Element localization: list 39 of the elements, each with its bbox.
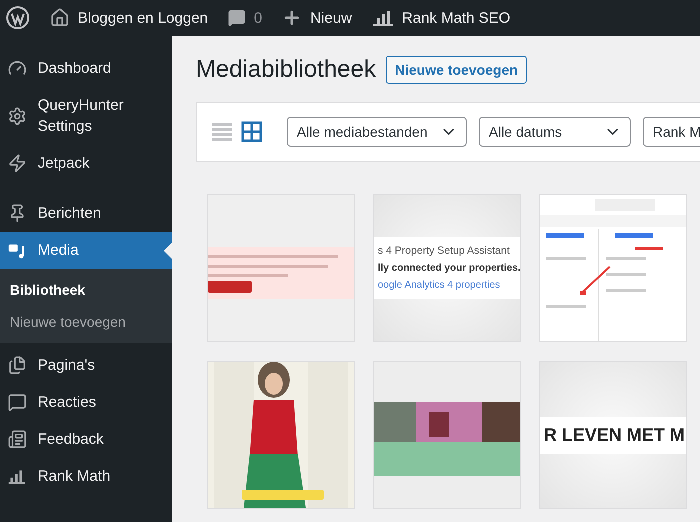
comments-link[interactable]: 0 [228,9,262,27]
media-thumbnail[interactable]: R LEVEN MET M [539,361,687,509]
menu-item[interactable]: Feedback [0,421,172,458]
home-icon [50,8,70,28]
thumbnail-text: s 4 Property Setup Assistant [378,245,511,257]
menu-item[interactable]: Pagina's [0,347,172,384]
page-title: Mediabibliotheek [196,56,376,84]
comment-icon [8,393,27,412]
filter-dropdown[interactable]: Rank M [643,117,700,147]
camera-music-icon [8,242,26,260]
grid-view-button[interactable] [241,121,263,143]
comment-icon [228,9,246,27]
rankmath-link[interactable]: Rank Math SEO [372,9,511,27]
filter-dropdown[interactable]: Alle datums [479,117,631,147]
submenu-item[interactable]: Bibliotheek [0,279,172,301]
new-link[interactable]: Nieuw [282,8,352,28]
add-new-button[interactable]: Nieuwe toevoegen [386,56,528,84]
chart-icon [372,9,394,27]
menu-item[interactable]: Jetpack [0,145,172,182]
menu-item[interactable]: QueryHunter Settings [0,87,172,145]
menu-item[interactable]: Reacties [0,384,172,421]
dashboard-icon [8,59,27,78]
home-link[interactable]: Bloggen en Loggen [50,8,208,28]
pin-icon [8,204,27,223]
form-icon [8,430,27,449]
thumbnail-text: R LEVEN MET M [544,424,682,446]
lightning-icon [8,154,27,173]
settings-icon [8,106,27,126]
submenu-item[interactable]: Nieuwe toevoegen [0,311,172,333]
thumbnail-text: oogle Analytics 4 properties [378,280,502,291]
wordpress-logo[interactable] [6,6,30,30]
menu-item[interactable]: Berichten [0,195,172,232]
menu-item[interactable]: Dashboard [0,50,172,87]
media-thumbnail[interactable]: s 4 Property Setup Assistant lly connected your properties. oogle Analytics 4 properties [373,194,521,342]
filter-dropdown[interactable]: Alle mediabestanden [287,117,467,147]
menu-item[interactable]: Rank Math [0,458,172,495]
chart-icon [8,468,26,486]
menu-item[interactable]: Media [0,232,172,269]
pages-icon [8,356,27,375]
